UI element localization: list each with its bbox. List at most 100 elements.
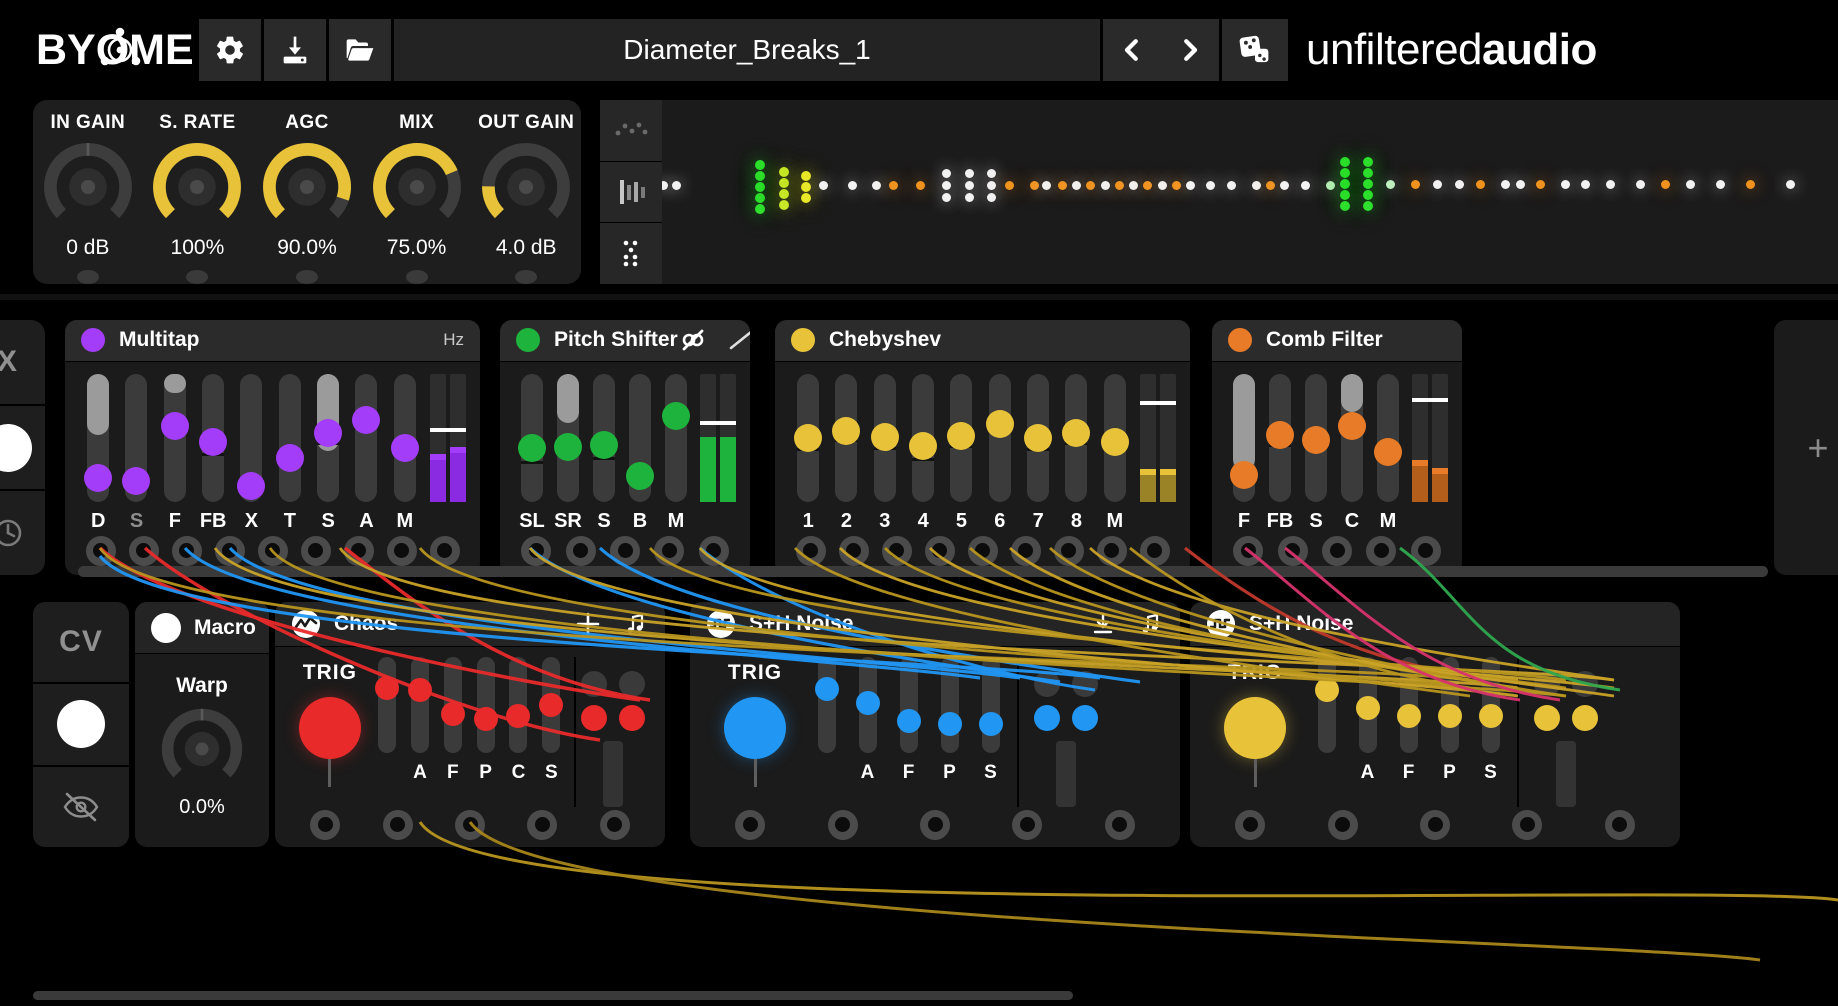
trigger-button[interactable] bbox=[298, 696, 361, 759]
mod-jack[interactable] bbox=[289, 809, 361, 840]
chaos-wave-icon[interactable] bbox=[291, 609, 321, 639]
module-header[interactable]: Comb Filter bbox=[1212, 320, 1462, 362]
slider-track[interactable] bbox=[199, 373, 228, 502]
jack-ring[interactable] bbox=[1096, 535, 1127, 566]
slider-track[interactable] bbox=[909, 373, 938, 502]
slider-track[interactable] bbox=[947, 373, 976, 502]
bars-view-tab[interactable] bbox=[600, 161, 662, 224]
mod-slider-track[interactable] bbox=[1355, 656, 1380, 753]
jack-ring[interactable] bbox=[838, 535, 869, 566]
jack-ring[interactable] bbox=[1104, 809, 1135, 840]
modulator-output-jack[interactable] bbox=[1572, 670, 1598, 697]
led-sequencer-display[interactable] bbox=[662, 100, 1838, 284]
save-preset-button[interactable] bbox=[264, 19, 326, 81]
mod-slider-track[interactable] bbox=[855, 656, 880, 753]
unlink-icon[interactable] bbox=[678, 327, 708, 353]
slider-track[interactable] bbox=[662, 373, 690, 502]
global-knob-dial[interactable] bbox=[479, 140, 573, 234]
open-preset-button[interactable] bbox=[329, 19, 391, 81]
mod-slider-track[interactable] bbox=[978, 656, 1003, 753]
slider-handle[interactable] bbox=[160, 411, 189, 440]
jack-ring[interactable] bbox=[343, 535, 374, 566]
mod-jack[interactable] bbox=[692, 535, 736, 569]
mod-slider-handle[interactable] bbox=[1355, 695, 1380, 720]
global-knob-mod-jack[interactable] bbox=[405, 270, 428, 284]
mod-slider-handle[interactable] bbox=[1314, 678, 1339, 703]
global-knob-mod-jack[interactable] bbox=[295, 270, 318, 284]
cv-hide-button[interactable] bbox=[33, 767, 129, 847]
global-knob-mod-jack[interactable] bbox=[515, 270, 538, 284]
global-knob-mod-jack[interactable] bbox=[186, 270, 209, 284]
slider-handle[interactable] bbox=[199, 427, 228, 456]
modulator-output-slot[interactable] bbox=[1056, 740, 1076, 807]
sample-hold-icon[interactable] bbox=[706, 609, 736, 639]
jack-ring[interactable] bbox=[1512, 809, 1543, 840]
global-knob-dial[interactable] bbox=[41, 140, 135, 234]
slider-track[interactable] bbox=[275, 373, 304, 502]
jack-ring[interactable] bbox=[654, 535, 685, 566]
modulator-output-slot[interactable] bbox=[603, 740, 624, 807]
slider-handle[interactable] bbox=[554, 432, 582, 461]
jack-ring[interactable] bbox=[300, 535, 331, 566]
module-color-dot[interactable] bbox=[516, 328, 540, 353]
mod-jack[interactable] bbox=[1226, 535, 1270, 569]
module-unit-label[interactable]: Hz bbox=[443, 330, 464, 350]
slider-handle[interactable] bbox=[1374, 437, 1402, 466]
jack-ring[interactable] bbox=[610, 535, 641, 566]
jack-ring[interactable] bbox=[1420, 809, 1451, 840]
close-module-button[interactable]: X bbox=[0, 320, 45, 406]
mod-slider-handle[interactable] bbox=[375, 676, 400, 701]
modulators-horizontal-scrollbar[interactable] bbox=[33, 991, 1073, 1000]
slider-track[interactable] bbox=[314, 373, 343, 502]
slider-track[interactable] bbox=[237, 373, 266, 502]
slope-line-icon[interactable] bbox=[726, 327, 750, 353]
mod-jack[interactable] bbox=[981, 809, 1073, 840]
slider-track[interactable] bbox=[1266, 373, 1294, 502]
module-header[interactable]: Chebyshev bbox=[775, 320, 1190, 362]
mod-slider-handle[interactable] bbox=[440, 701, 465, 726]
macro-knob-dial[interactable] bbox=[159, 706, 245, 792]
mod-jack[interactable] bbox=[1204, 809, 1296, 840]
modulator-header[interactable]: Macro bbox=[135, 602, 269, 654]
jack-ring[interactable] bbox=[128, 535, 159, 566]
mod-jack[interactable] bbox=[579, 809, 651, 840]
slider-track[interactable] bbox=[1024, 373, 1053, 502]
mod-jack[interactable] bbox=[1090, 535, 1133, 569]
slider-handle[interactable] bbox=[314, 418, 343, 447]
next-preset-button[interactable] bbox=[1161, 19, 1219, 81]
mod-jack[interactable] bbox=[1481, 809, 1573, 840]
jack-ring[interactable] bbox=[171, 535, 202, 566]
preset-name-display[interactable]: Diameter_Breaks_1 bbox=[394, 19, 1100, 81]
modulator-output-jack[interactable] bbox=[619, 670, 646, 697]
jack-ring[interactable] bbox=[382, 809, 413, 840]
jack-ring[interactable] bbox=[1366, 535, 1397, 566]
mod-jack[interactable] bbox=[337, 535, 380, 569]
sample-hold-icon[interactable] bbox=[1206, 609, 1236, 639]
modulator-output-jack[interactable] bbox=[581, 670, 608, 697]
slider-handle[interactable] bbox=[122, 466, 151, 495]
global-knob-mod-jack[interactable] bbox=[76, 270, 99, 284]
mod-jack[interactable] bbox=[875, 535, 918, 569]
jack-ring[interactable] bbox=[455, 809, 486, 840]
slider-handle[interactable] bbox=[84, 463, 113, 492]
slider-handle[interactable] bbox=[662, 401, 690, 430]
mod-slider-handle[interactable] bbox=[978, 711, 1003, 736]
mod-jack[interactable] bbox=[1047, 535, 1090, 569]
grid-view-tab[interactable] bbox=[600, 223, 662, 285]
mod-jack[interactable] bbox=[1389, 809, 1481, 840]
slider-handle[interactable] bbox=[985, 409, 1014, 438]
slider-track[interactable] bbox=[1338, 373, 1366, 502]
jack-ring[interactable] bbox=[214, 535, 245, 566]
meter-threshold-line[interactable] bbox=[700, 421, 736, 426]
slider-handle[interactable] bbox=[794, 423, 823, 452]
jack-ring[interactable] bbox=[1235, 809, 1266, 840]
slider-handle[interactable] bbox=[518, 433, 546, 462]
cv-ball-button[interactable] bbox=[33, 684, 129, 767]
global-knob-dial[interactable] bbox=[150, 140, 244, 234]
mod-jack[interactable] bbox=[208, 535, 251, 569]
jack-ring[interactable] bbox=[1139, 535, 1170, 566]
modulator-output-jack[interactable] bbox=[1072, 670, 1098, 697]
jack-ring[interactable] bbox=[386, 535, 417, 566]
jack-ring[interactable] bbox=[1277, 535, 1308, 566]
modules-horizontal-scrollbar[interactable] bbox=[78, 566, 1768, 577]
